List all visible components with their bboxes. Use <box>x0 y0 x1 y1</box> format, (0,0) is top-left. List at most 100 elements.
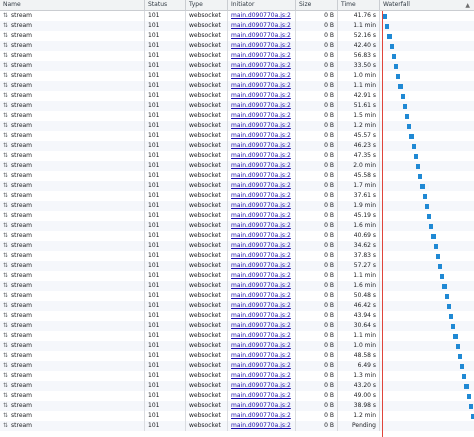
table-row[interactable]: ⇅ stream 101 websocket main.d090770a.js:2 0 B… <box>0 31 474 41</box>
request-initiator-link-cell[interactable]: main.d090770a.js:2 <box>228 111 296 121</box>
request-initiator-link[interactable]: main.d090770a.js:2 <box>231 182 291 189</box>
table-row[interactable]: ⇅ stream 101 websocket main.d090770a.js:2 0 B… <box>0 71 474 81</box>
table-row[interactable]: ⇅ stream 101 websocket main.d090770a.js:2 0 B… <box>0 361 474 371</box>
request-initiator-link[interactable]: main.d090770a.js:2 <box>231 142 291 149</box>
table-row[interactable]: ⇅ stream 101 websocket main.d090770a.js:2 0 B… <box>0 221 474 231</box>
request-initiator-link[interactable]: main.d090770a.js:2 <box>231 222 291 229</box>
request-initiator-link-cell[interactable]: main.d090770a.js:2 <box>228 81 296 91</box>
table-row[interactable]: ⇅ stream 101 websocket main.d090770a.js:2 0 B… <box>0 201 474 211</box>
request-initiator-link[interactable]: main.d090770a.js:2 <box>231 342 291 349</box>
request-initiator-link-cell[interactable]: main.d090770a.js:2 <box>228 251 296 261</box>
request-initiator-link-cell[interactable]: main.d090770a.js:2 <box>228 361 296 371</box>
request-initiator-link-cell[interactable]: main.d090770a.js:2 <box>228 61 296 71</box>
request-initiator-link[interactable]: main.d090770a.js:2 <box>231 92 291 99</box>
table-row[interactable]: ⇅ stream 101 websocket main.d090770a.js:2 0 B… <box>0 131 474 141</box>
request-initiator-link-cell[interactable]: main.d090770a.js:2 <box>228 311 296 321</box>
table-row[interactable]: ⇅ stream 101 websocket main.d090770a.js:2 0 B… <box>0 411 474 421</box>
request-initiator-link-cell[interactable]: main.d090770a.js:2 <box>228 131 296 141</box>
request-initiator-link[interactable]: main.d090770a.js:2 <box>231 172 291 179</box>
request-initiator-link-cell[interactable]: main.d090770a.js:2 <box>228 391 296 401</box>
request-initiator-link[interactable]: main.d090770a.js:2 <box>231 382 291 389</box>
sort-triangle-icon[interactable]: ▲ <box>465 1 470 11</box>
request-initiator-link[interactable]: main.d090770a.js:2 <box>231 312 291 319</box>
request-initiator-link-cell[interactable]: main.d090770a.js:2 <box>228 41 296 51</box>
request-initiator-link[interactable]: main.d090770a.js:2 <box>231 162 291 169</box>
table-row[interactable]: ⇅ stream 101 websocket main.d090770a.js:2 0 B… <box>0 341 474 351</box>
request-initiator-link[interactable]: main.d090770a.js:2 <box>231 282 291 289</box>
request-initiator-link[interactable]: main.d090770a.js:2 <box>231 192 291 199</box>
request-initiator-link[interactable]: main.d090770a.js:2 <box>231 302 291 309</box>
column-header-type[interactable]: Type <box>186 0 228 10</box>
request-initiator-link-cell[interactable]: main.d090770a.js:2 <box>228 281 296 291</box>
request-initiator-link[interactable]: main.d090770a.js:2 <box>231 322 291 329</box>
request-initiator-link-cell[interactable]: main.d090770a.js:2 <box>228 381 296 391</box>
table-row[interactable]: ⇅ stream 101 websocket main.d090770a.js:2 0 B… <box>0 181 474 191</box>
request-initiator-link[interactable]: main.d090770a.js:2 <box>231 422 291 429</box>
request-initiator-link-cell[interactable]: main.d090770a.js:2 <box>228 171 296 181</box>
request-initiator-link-cell[interactable]: main.d090770a.js:2 <box>228 411 296 421</box>
request-initiator-link[interactable]: main.d090770a.js:2 <box>231 102 291 109</box>
table-row[interactable]: ⇅ stream 101 websocket main.d090770a.js:2 0 B… <box>0 251 474 261</box>
table-row[interactable]: ⇅ stream 101 websocket main.d090770a.js:2 0 B… <box>0 391 474 401</box>
table-row[interactable]: ⇅ stream 101 websocket main.d090770a.js:2 0 B… <box>0 271 474 281</box>
request-initiator-link-cell[interactable]: main.d090770a.js:2 <box>228 31 296 41</box>
table-row[interactable]: ⇅ stream 101 websocket main.d090770a.js:2 0 B… <box>0 141 474 151</box>
request-initiator-link[interactable]: main.d090770a.js:2 <box>231 52 291 59</box>
table-row[interactable]: ⇅ stream 101 websocket main.d090770a.js:2 0 B… <box>0 211 474 221</box>
table-row[interactable]: ⇅ stream 101 websocket main.d090770a.js:2 0 B… <box>0 11 474 21</box>
request-initiator-link-cell[interactable]: main.d090770a.js:2 <box>228 91 296 101</box>
request-initiator-link-cell[interactable]: main.d090770a.js:2 <box>228 101 296 111</box>
request-initiator-link[interactable]: main.d090770a.js:2 <box>231 232 291 239</box>
request-initiator-link-cell[interactable]: main.d090770a.js:2 <box>228 151 296 161</box>
request-initiator-link-cell[interactable]: main.d090770a.js:2 <box>228 11 296 21</box>
request-initiator-link-cell[interactable]: main.d090770a.js:2 <box>228 181 296 191</box>
request-initiator-link-cell[interactable]: main.d090770a.js:2 <box>228 401 296 411</box>
column-header-waterfall[interactable]: Waterfall ▲ <box>380 0 474 10</box>
request-initiator-link-cell[interactable]: main.d090770a.js:2 <box>228 261 296 271</box>
table-row[interactable]: ⇅ stream 101 websocket main.d090770a.js:2 0 B… <box>0 101 474 111</box>
request-initiator-link[interactable]: main.d090770a.js:2 <box>231 72 291 79</box>
request-initiator-link[interactable]: main.d090770a.js:2 <box>231 392 291 399</box>
request-initiator-link[interactable]: main.d090770a.js:2 <box>231 132 291 139</box>
table-row[interactable]: ⇅ stream 101 websocket main.d090770a.js:2 0 B… <box>0 151 474 161</box>
request-initiator-link-cell[interactable]: main.d090770a.js:2 <box>228 211 296 221</box>
table-row[interactable]: ⇅ stream 101 websocket main.d090770a.js:2 0 B… <box>0 281 474 291</box>
column-header-size[interactable]: Size <box>296 0 338 10</box>
request-initiator-link[interactable]: main.d090770a.js:2 <box>231 262 291 269</box>
request-initiator-link-cell[interactable]: main.d090770a.js:2 <box>228 71 296 81</box>
request-initiator-link[interactable]: main.d090770a.js:2 <box>231 122 291 129</box>
table-row[interactable]: ⇅ stream 101 websocket main.d090770a.js:2 0 B… <box>0 61 474 71</box>
table-row[interactable]: ⇅ stream 101 websocket main.d090770a.js:2 0 B… <box>0 311 474 321</box>
request-initiator-link[interactable]: main.d090770a.js:2 <box>231 42 291 49</box>
request-initiator-link[interactable]: main.d090770a.js:2 <box>231 82 291 89</box>
request-initiator-link-cell[interactable]: main.d090770a.js:2 <box>228 321 296 331</box>
request-initiator-link[interactable]: main.d090770a.js:2 <box>231 252 291 259</box>
table-row[interactable]: ⇅ stream 101 websocket main.d090770a.js:2 0 B… <box>0 351 474 361</box>
request-initiator-link-cell[interactable]: main.d090770a.js:2 <box>228 231 296 241</box>
request-initiator-link-cell[interactable]: main.d090770a.js:2 <box>228 371 296 381</box>
column-header-status[interactable]: Status <box>145 0 186 10</box>
table-row[interactable]: ⇅ stream 101 websocket main.d090770a.js:2 0 B… <box>0 51 474 61</box>
request-initiator-link[interactable]: main.d090770a.js:2 <box>231 12 291 19</box>
table-row[interactable]: ⇅ stream 101 websocket main.d090770a.js:2 0 B… <box>0 91 474 101</box>
request-initiator-link[interactable]: main.d090770a.js:2 <box>231 372 291 379</box>
request-initiator-link[interactable]: main.d090770a.js:2 <box>231 22 291 29</box>
table-row[interactable]: ⇅ stream 101 websocket main.d090770a.js:2 0 B… <box>0 41 474 51</box>
table-row[interactable]: ⇅ stream 101 websocket main.d090770a.js:2 0 B… <box>0 371 474 381</box>
request-initiator-link-cell[interactable]: main.d090770a.js:2 <box>228 221 296 231</box>
table-row[interactable]: ⇅ stream 101 websocket main.d090770a.js:2 0 B… <box>0 121 474 131</box>
request-initiator-link[interactable]: main.d090770a.js:2 <box>231 272 291 279</box>
request-initiator-link[interactable]: main.d090770a.js:2 <box>231 62 291 69</box>
request-initiator-link-cell[interactable]: main.d090770a.js:2 <box>228 241 296 251</box>
request-initiator-link[interactable]: main.d090770a.js:2 <box>231 242 291 249</box>
table-row[interactable]: ⇅ stream 101 websocket main.d090770a.js:2 0 B… <box>0 231 474 241</box>
request-initiator-link[interactable]: main.d090770a.js:2 <box>231 292 291 299</box>
table-row[interactable]: ⇅ stream 101 websocket main.d090770a.js:2 0 B… <box>0 81 474 91</box>
request-initiator-link[interactable]: main.d090770a.js:2 <box>231 332 291 339</box>
request-initiator-link-cell[interactable]: main.d090770a.js:2 <box>228 201 296 211</box>
table-row[interactable]: ⇅ stream 101 websocket main.d090770a.js:2 0 B… <box>0 111 474 121</box>
table-row[interactable]: ⇅ stream 101 websocket main.d090770a.js:2 0 B… <box>0 381 474 391</box>
request-initiator-link-cell[interactable]: main.d090770a.js:2 <box>228 291 296 301</box>
request-initiator-link[interactable]: main.d090770a.js:2 <box>231 352 291 359</box>
request-initiator-link[interactable]: main.d090770a.js:2 <box>231 362 291 369</box>
